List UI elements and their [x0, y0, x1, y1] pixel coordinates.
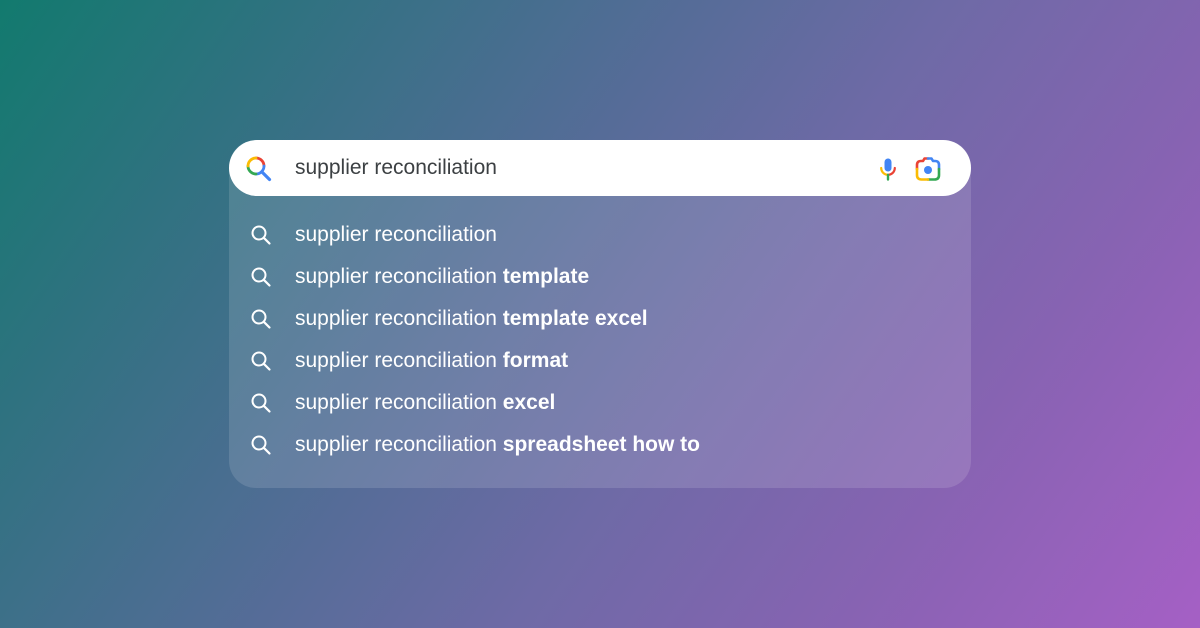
search-autocomplete-widget: supplier reconciliation supplier reconci… — [229, 140, 971, 488]
google-lens-icon[interactable] — [914, 155, 942, 183]
search-icon — [251, 225, 271, 245]
suggestion-list: supplier reconciliation supplier reconci… — [229, 214, 971, 466]
suggestion-completion: template excel — [502, 307, 648, 330]
search-bar[interactable]: supplier reconciliation — [229, 140, 971, 196]
suggestion-text: supplier reconciliation template excel — [295, 298, 648, 340]
suggestion-completion: spreadsheet how to — [502, 433, 700, 456]
suggestion-item[interactable]: supplier reconciliation excel — [229, 382, 971, 424]
suggestion-text: supplier reconciliation format — [295, 340, 568, 382]
search-icon — [251, 309, 271, 329]
suggestion-completion: format — [502, 349, 569, 372]
suggestion-text: supplier reconciliation excel — [295, 382, 555, 424]
suggestion-prefix: supplier reconciliation — [295, 433, 503, 456]
suggestion-item[interactable]: supplier reconciliation template — [229, 256, 971, 298]
search-icon — [251, 435, 271, 455]
suggestion-prefix: supplier reconciliation — [295, 307, 503, 330]
suggestion-item[interactable]: supplier reconciliation spreadsheet how … — [229, 424, 971, 466]
suggestion-completion: template — [502, 265, 590, 288]
search-icon — [251, 351, 271, 371]
microphone-icon[interactable] — [875, 156, 901, 182]
suggestion-prefix: supplier reconciliation — [295, 349, 503, 372]
suggestion-item[interactable]: supplier reconciliation format — [229, 340, 971, 382]
suggestion-item[interactable]: supplier reconciliation — [229, 214, 971, 256]
search-icon — [251, 393, 271, 413]
suggestion-text: supplier reconciliation — [295, 214, 497, 256]
google-search-icon[interactable] — [245, 155, 273, 183]
search-query-text[interactable]: supplier reconciliation — [295, 140, 497, 196]
suggestion-completion: excel — [502, 391, 556, 414]
suggestion-text: supplier reconciliation template — [295, 256, 589, 298]
suggestion-prefix: supplier reconciliation — [295, 391, 503, 414]
suggestion-prefix: supplier reconciliation — [295, 265, 503, 288]
suggestion-item[interactable]: supplier reconciliation template excel — [229, 298, 971, 340]
suggestion-text: supplier reconciliation spreadsheet how … — [295, 424, 700, 466]
suggestion-prefix: supplier reconciliation — [295, 223, 497, 246]
search-icon — [251, 267, 271, 287]
